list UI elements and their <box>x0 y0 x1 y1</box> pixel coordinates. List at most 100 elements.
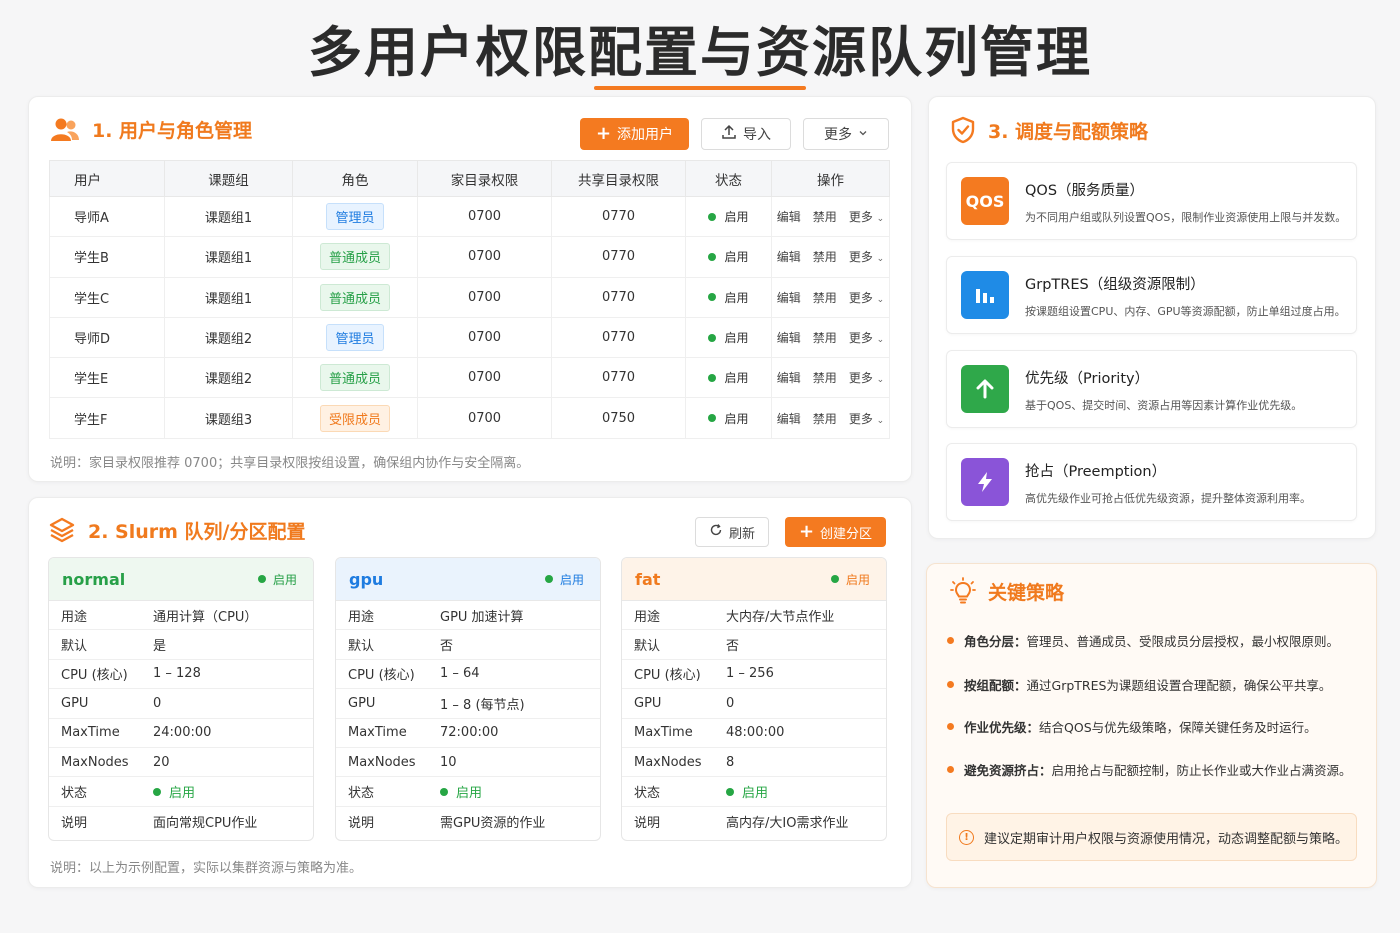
status-dot-icon <box>708 333 717 342</box>
disable-link[interactable]: 禁用 <box>813 329 837 346</box>
strategy-card-title: QOS（服务质量） <box>1025 183 1145 199</box>
role-badge: 普通成员 <box>319 243 390 271</box>
plus-icon: + <box>798 521 815 542</box>
partition-row-key: CPU (核心) <box>348 668 415 684</box>
edit-link[interactable]: 编辑 <box>777 329 801 346</box>
users-note: 说明：家目录权限推荐 0700；共享目录权限按组设置，确保组内协作与安全隔离。 <box>50 456 530 471</box>
title-underline <box>594 86 806 90</box>
users-table: 用户 课题组 角色 家目录权限 共享目录权限 状态 操作 导师A 课题组1 管理员 0… <box>49 160 890 439</box>
status-cell: 启用 <box>685 397 772 439</box>
partition-row-value: 1 – 128 <box>153 666 201 682</box>
home-perm-cell: 0700 <box>417 195 552 238</box>
key-item-text: 通过GrpTRES为课题组设置合理配额，确保公平共享。 <box>1026 678 1332 693</box>
create-partition-button[interactable]: + 创建分区 <box>785 517 886 547</box>
strategy-card-priority[interactable]: 优先级（Priority） 基于QOS、提交时间、资源占用等因素计算作业优先级。 <box>946 350 1357 428</box>
partition-header: fat 启用 <box>622 558 886 601</box>
shared-perm-cell: 0770 <box>551 236 686 278</box>
partition-row-key: 用途 <box>634 609 661 625</box>
partition-header: gpu 启用 <box>336 558 600 601</box>
partition-row: MaxNodes 8 <box>622 748 886 778</box>
refresh-button[interactable]: 刷新 <box>695 517 769 547</box>
status-dot-icon <box>544 575 553 583</box>
group-cell: 课题组1 <box>164 195 293 238</box>
add-user-button[interactable]: + 添加用户 <box>580 118 689 150</box>
partition-row-key: 默认 <box>61 639 88 655</box>
key-section-label: 关键策略 <box>988 581 1065 604</box>
ops-cell: 编辑 禁用 更多 ⌄ <box>771 236 890 278</box>
partition-row: GPU 0 <box>49 689 313 719</box>
partition-card-normal[interactable]: normal 启用 用途 通用计算（CPU） 默认是 CPU (核心) 1 – 128 GPU… <box>48 557 314 841</box>
more-link[interactable]: 更多 ⌄ <box>849 369 884 386</box>
partition-card-gpu[interactable]: gpu 启用 用途 GPU 加速计算 默认否 CPU (核心) 1 – 64 GPU 1 – 8… <box>335 557 601 841</box>
partition-row-key: MaxTime <box>61 725 120 741</box>
create-partition-label: 创建分区 <box>820 526 873 542</box>
partition-row-value: 72:00:00 <box>440 725 499 741</box>
partition-row-key: 用途 <box>61 609 88 625</box>
home-perm-cell: 0700 <box>417 236 552 278</box>
strategy-card-preemption[interactable]: 抢占（Preemption） 高优先级作业可抢占低优先级资源，提升整体资源利用率… <box>946 443 1357 521</box>
partition-row: GPU 1 – 8 (每节点) <box>336 689 600 719</box>
edit-link[interactable]: 编辑 <box>777 248 801 265</box>
role-badge: 普通成员 <box>319 364 390 392</box>
partition-row: CPU (核心) 1 – 128 <box>49 660 313 690</box>
status-dot-icon <box>708 414 717 423</box>
column-header: 操作 <box>771 160 890 197</box>
column-header: 共享目录权限 <box>551 160 686 197</box>
home-perm-cell: 0700 <box>417 276 552 318</box>
users-section-label: 1. 用户与角色管理 <box>92 120 253 142</box>
home-perm-cell: 0700 <box>417 316 552 359</box>
key-item-text: 启用抢占与配额控制，防止长作业或大作业占满资源。 <box>1051 763 1352 778</box>
partition-row-value: 启用 <box>440 782 600 801</box>
partition-card-fat[interactable]: fat 启用 用途 大内存/大节点作业 默认否 CPU (核心) 1 – 256 GPU 0 Ma… <box>621 557 887 841</box>
partition-row-value: 启用 <box>153 782 313 801</box>
edit-link[interactable]: 编辑 <box>777 369 801 386</box>
lightning-icon <box>961 458 1009 506</box>
partition-row-key: 说明 <box>61 815 88 831</box>
more-link[interactable]: 更多 ⌄ <box>849 248 884 265</box>
disable-link[interactable]: 禁用 <box>813 410 837 427</box>
status-label: 启用 <box>724 411 749 426</box>
partition-row: 状态 启用 <box>49 777 313 807</box>
partition-row: 默认 否 <box>622 630 886 660</box>
ops-cell: 编辑 禁用 更多 ⌄ <box>771 195 890 238</box>
partition-row-key: 默认 <box>634 639 661 655</box>
refresh-icon <box>709 523 723 541</box>
partition-row-key: GPU <box>61 695 89 711</box>
disable-link[interactable]: 禁用 <box>813 248 837 265</box>
info-icon: ! <box>959 829 974 845</box>
strategy-section-title: 3. 调度与配额策略 <box>950 116 1148 144</box>
more-link[interactable]: 更多 ⌄ <box>849 329 884 346</box>
partition-status: 启用 <box>257 571 297 588</box>
strategy-card-qos[interactable]: QOS QOS（服务质量） 为不同用户组或队列设置QOS，限制作业资源使用上限与… <box>946 162 1357 240</box>
partition-row: CPU (核心) 1 – 64 <box>336 660 600 690</box>
edit-link[interactable]: 编辑 <box>777 208 801 225</box>
disable-link[interactable]: 禁用 <box>813 289 837 306</box>
partition-row: 说明 高内存/大IO需求作业 <box>622 807 886 836</box>
import-button[interactable]: 导入 <box>701 118 791 150</box>
disable-link[interactable]: 禁用 <box>813 369 837 386</box>
partition-row: GPU 0 <box>622 689 886 719</box>
bullet-icon <box>947 723 954 730</box>
partition-row-key: MaxNodes <box>348 754 416 770</box>
key-item-label: 作业优先级： <box>964 720 1040 735</box>
partition-row: MaxTime 48:00:00 <box>622 719 886 748</box>
status-label: 启用 <box>724 210 749 225</box>
shared-perm-cell: 0770 <box>551 195 686 238</box>
refresh-label: 刷新 <box>728 526 755 542</box>
column-header: 角色 <box>292 160 418 197</box>
partition-row: MaxNodes 20 <box>49 748 313 778</box>
strategy-card-grptres[interactable]: GrpTRES（组级资源限制） 按课题组设置CPU、内存、GPU等资源配额，防止… <box>946 256 1357 334</box>
role-cell: 普通成员 <box>292 236 418 278</box>
strategy-card-desc: 高优先级作业可抢占低优先级资源，提升整体资源利用率。 <box>1025 492 1311 505</box>
edit-link[interactable]: 编辑 <box>777 410 801 427</box>
partition-row: CPU (核心) 1 – 256 <box>622 660 886 690</box>
more-button[interactable]: 更多 <box>803 118 889 150</box>
key-item-text: 结合QOS与优先级策略，保障关键任务及时运行。 <box>1039 720 1317 735</box>
more-link[interactable]: 更多 ⌄ <box>849 410 884 427</box>
status-dot-icon <box>708 212 717 221</box>
role-badge: 受限成员 <box>319 404 390 432</box>
more-link[interactable]: 更多 ⌄ <box>849 208 884 225</box>
more-link[interactable]: 更多 ⌄ <box>849 289 884 306</box>
edit-link[interactable]: 编辑 <box>777 289 801 306</box>
disable-link[interactable]: 禁用 <box>813 208 837 225</box>
